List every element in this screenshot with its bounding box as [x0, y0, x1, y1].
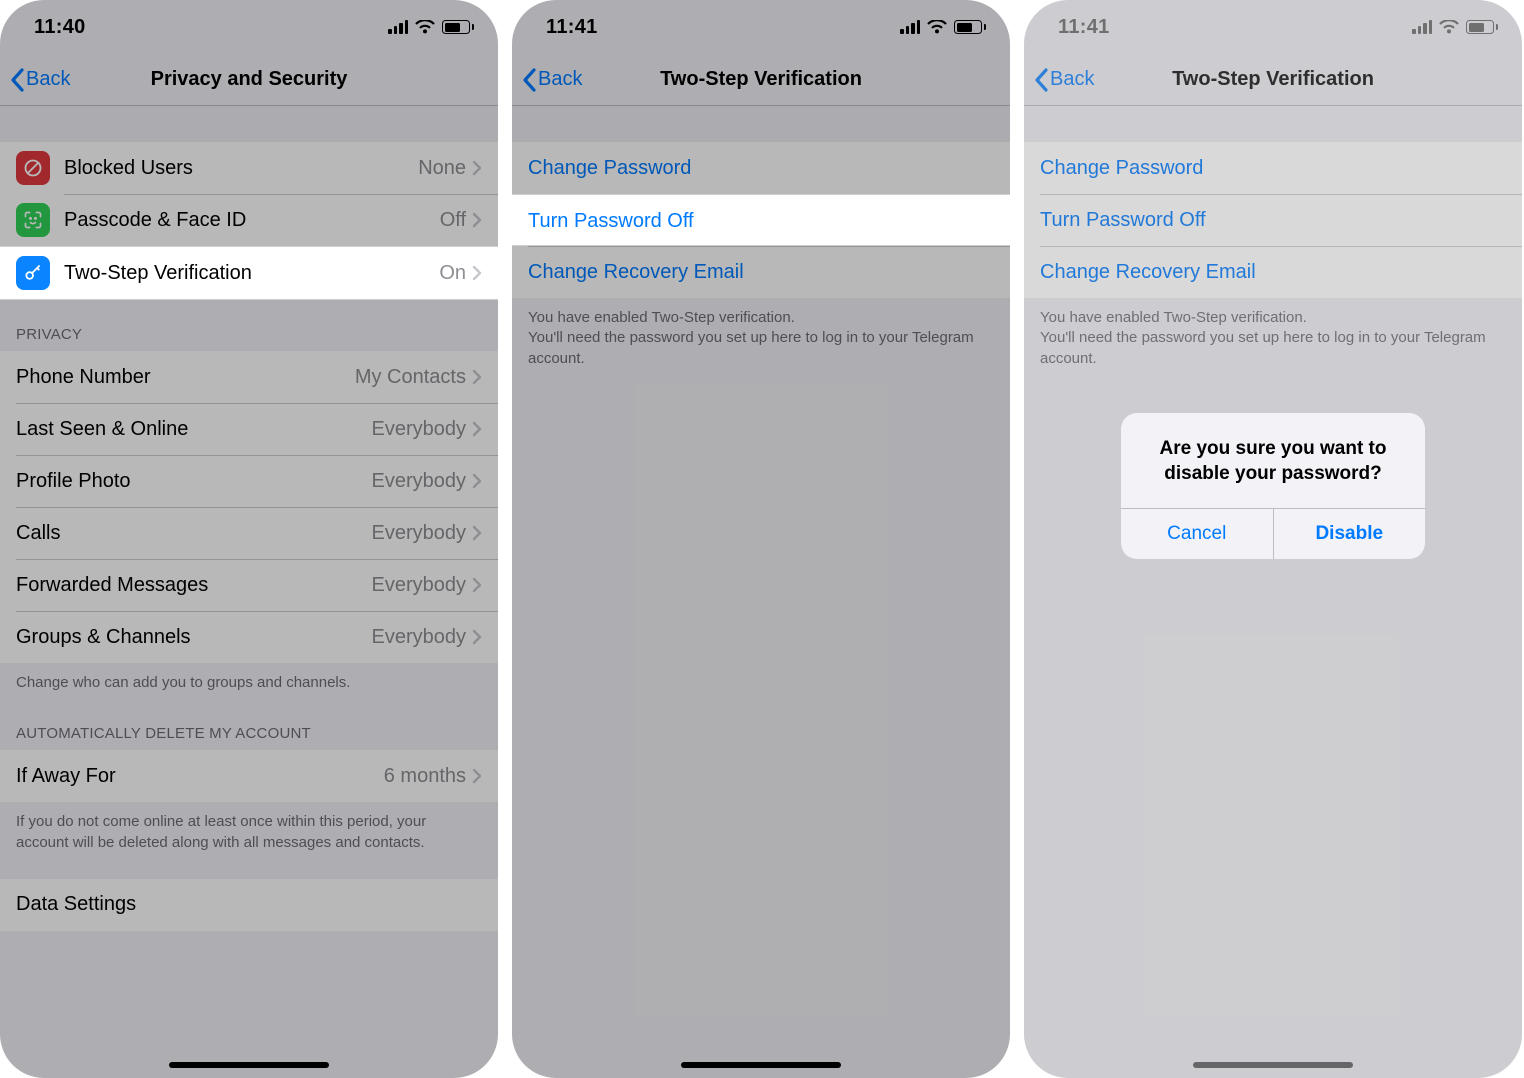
- chevron-right-icon: [472, 160, 482, 176]
- chevron-right-icon: [472, 525, 482, 541]
- signal-icon: [900, 20, 920, 34]
- chevron-right-icon: [472, 768, 482, 784]
- data-settings-section: Data Settings: [0, 879, 498, 931]
- alert-dialog: Are you sure you want to disable your pa…: [1024, 0, 1522, 1078]
- two-step-footer: You have enabled Two-Step verification. …: [512, 298, 1010, 373]
- alert-message: Are you sure you want to disable your pa…: [1121, 413, 1425, 508]
- status-icons: [388, 20, 474, 35]
- row-phone-number[interactable]: Phone NumberMy Contacts: [0, 351, 498, 403]
- row-two-step-verification-highlighted[interactable]: Two-Step Verification On: [0, 247, 498, 299]
- battery-icon: [954, 20, 986, 34]
- row-forwarded[interactable]: Forwarded MessagesEverybody: [0, 559, 498, 611]
- highlight-two-step-row: Two-Step Verification On: [0, 246, 498, 300]
- chevron-right-icon: [472, 577, 482, 593]
- row-if-away-for[interactable]: If Away For6 months: [0, 750, 498, 802]
- row-data-settings[interactable]: Data Settings: [0, 879, 498, 931]
- cell-label: Two-Step Verification: [64, 262, 439, 285]
- home-indicator[interactable]: [681, 1062, 841, 1068]
- chevron-back-icon: [522, 68, 536, 92]
- auto-delete-section: If Away For6 months: [0, 750, 498, 802]
- wifi-icon: [415, 20, 435, 35]
- signal-icon: [388, 20, 408, 34]
- screen-two-step-alert: 11:41 Back Two-Step Verification Change …: [1024, 0, 1522, 1078]
- back-label: Back: [26, 68, 70, 91]
- status-bar: 11:40: [0, 0, 498, 54]
- cell-label: Passcode & Face ID: [64, 209, 440, 232]
- back-label: Back: [538, 68, 582, 91]
- back-button[interactable]: Back: [10, 68, 70, 92]
- row-change-password[interactable]: Change Password: [512, 142, 1010, 194]
- chevron-right-icon: [472, 629, 482, 645]
- row-groups[interactable]: Groups & ChannelsEverybody: [0, 611, 498, 663]
- back-button[interactable]: Back: [522, 68, 582, 92]
- chevron-right-icon: [472, 421, 482, 437]
- status-time: 11:40: [34, 16, 86, 39]
- privacy-footer: Change who can add you to groups and cha…: [0, 663, 498, 697]
- chevron-right-icon: [472, 212, 482, 228]
- row-profile-photo[interactable]: Profile PhotoEverybody: [0, 455, 498, 507]
- chevron-right-icon: [472, 473, 482, 489]
- alert-disable-button[interactable]: Disable: [1273, 509, 1426, 559]
- screen-privacy-security: 11:40 Back Privacy and Security Blocked …: [0, 0, 498, 1078]
- row-turn-password-off-highlighted[interactable]: Turn Password Off: [512, 195, 1010, 247]
- home-indicator[interactable]: [169, 1062, 329, 1068]
- nav-bar: Back Privacy and Security: [0, 54, 498, 106]
- screen-two-step: 11:41 Back Two-Step Verification Change …: [512, 0, 1010, 1078]
- ban-icon: [16, 151, 50, 185]
- section-header-privacy: PRIVACY: [0, 298, 498, 351]
- alert-box: Are you sure you want to disable your pa…: [1121, 413, 1425, 559]
- status-bar: 11:41: [512, 0, 1010, 54]
- status-time: 11:41: [546, 16, 598, 39]
- cell-value: Off: [440, 209, 466, 232]
- alert-cancel-button[interactable]: Cancel: [1121, 509, 1273, 559]
- page-title: Privacy and Security: [0, 68, 498, 91]
- section-header-autodelete: AUTOMATICALLY DELETE MY ACCOUNT: [0, 697, 498, 750]
- chevron-back-icon: [10, 68, 24, 92]
- chevron-right-icon: [472, 369, 482, 385]
- key-icon: [16, 256, 50, 290]
- cell-label: Blocked Users: [64, 157, 418, 180]
- cell-value: On: [439, 262, 466, 285]
- highlight-turn-off-row: Turn Password Off: [512, 194, 1010, 246]
- cell-value: None: [418, 157, 466, 180]
- privacy-section: Phone NumberMy Contacts Last Seen & Onli…: [0, 351, 498, 663]
- page-title: Two-Step Verification: [512, 68, 1010, 91]
- row-last-seen[interactable]: Last Seen & OnlineEverybody: [0, 403, 498, 455]
- wifi-icon: [927, 20, 947, 35]
- battery-icon: [442, 20, 474, 34]
- faceid-icon: [16, 203, 50, 237]
- row-blocked-users[interactable]: Blocked Users None: [0, 142, 498, 194]
- nav-bar: Back Two-Step Verification: [512, 54, 1010, 106]
- chevron-right-icon: [472, 265, 482, 281]
- row-change-recovery-email[interactable]: Change Recovery Email: [512, 246, 1010, 298]
- status-icons: [900, 20, 986, 35]
- row-passcode-faceid[interactable]: Passcode & Face ID Off: [0, 194, 498, 246]
- autodelete-footer: If you do not come online at least once …: [0, 802, 498, 857]
- action-label: Turn Password Off: [528, 210, 694, 233]
- row-calls[interactable]: CallsEverybody: [0, 507, 498, 559]
